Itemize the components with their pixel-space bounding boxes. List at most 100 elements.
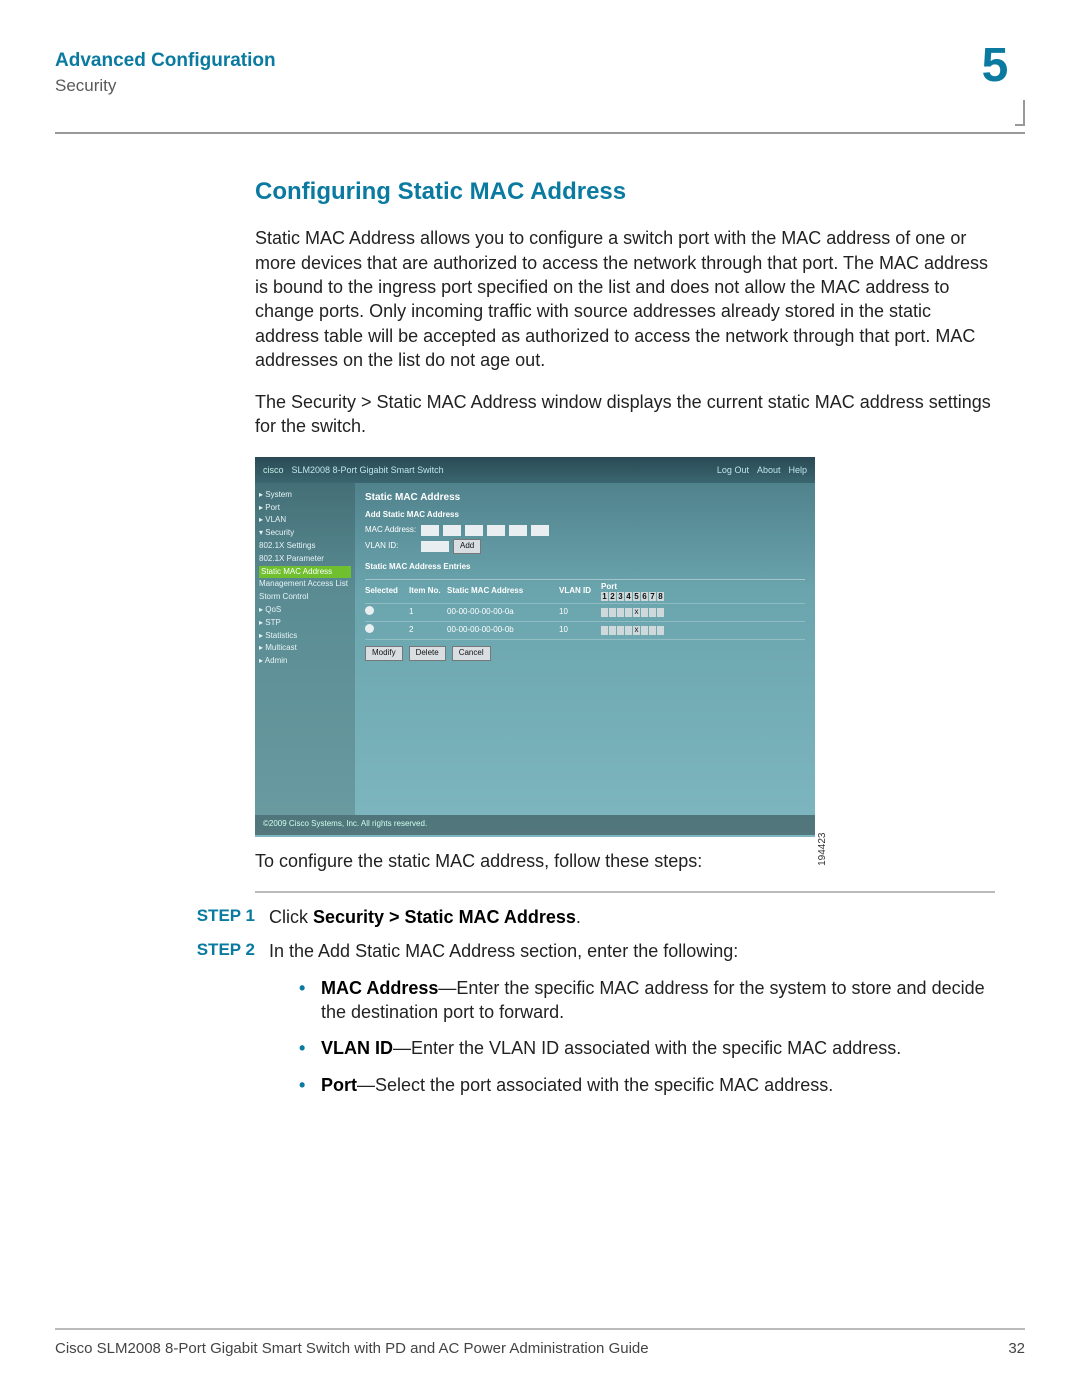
fig-port-header-cell: 4 bbox=[625, 592, 632, 601]
fig-row-item: 2 bbox=[409, 625, 445, 636]
bullet-item: MAC Address—Enter the specific MAC addre… bbox=[299, 976, 995, 1025]
page: Advanced Configuration Security 5 Config… bbox=[0, 0, 1080, 1397]
fig-port-cell[interactable] bbox=[649, 608, 656, 617]
fig-port-cell[interactable]: x bbox=[633, 626, 640, 635]
header-rule bbox=[55, 132, 1025, 134]
fig-mac-octet[interactable] bbox=[531, 525, 549, 536]
step-row: STEP 1 Click Security > Static MAC Addre… bbox=[115, 905, 995, 929]
fig-toplinks: Log Out About Help bbox=[717, 464, 807, 476]
fig-mac-octet[interactable] bbox=[509, 525, 527, 536]
fig-port-cell[interactable] bbox=[609, 608, 616, 617]
step-label: STEP 1 bbox=[115, 905, 269, 929]
bullet-item: VLAN ID—Enter the VLAN ID associated wit… bbox=[299, 1036, 995, 1060]
fig-nav-item[interactable]: ▸ System bbox=[259, 489, 351, 502]
chapter-corner-rule bbox=[1015, 100, 1025, 126]
fig-nav-item[interactable]: ▸ Admin bbox=[259, 655, 351, 668]
fig-mac-octet[interactable] bbox=[443, 525, 461, 536]
fig-nav-item[interactable]: ▸ Multicast bbox=[259, 642, 351, 655]
step-label: STEP 2 bbox=[115, 939, 269, 1108]
fig-nav-item[interactable]: 802.1X Parameter bbox=[259, 553, 351, 566]
fig-nav-item[interactable]: ▸ QoS bbox=[259, 604, 351, 617]
fig-port-cell[interactable] bbox=[601, 608, 608, 617]
steps-rule bbox=[255, 891, 995, 893]
fig-nav-item[interactable]: Storm Control bbox=[259, 591, 351, 604]
section-heading: Configuring Static MAC Address bbox=[255, 176, 995, 208]
fig-vlan-label: VLAN ID: bbox=[365, 541, 417, 552]
fig-port-cell[interactable] bbox=[625, 626, 632, 635]
fig-port-header-cell: 7 bbox=[649, 592, 656, 601]
chapter-number-box: 5 bbox=[965, 42, 1025, 90]
fig-footer: ©2009 Cisco Systems, Inc. All rights res… bbox=[255, 815, 815, 835]
fig-link-help[interactable]: Help bbox=[788, 464, 807, 476]
fig-port-cell[interactable] bbox=[641, 608, 648, 617]
fig-mac-octet[interactable] bbox=[421, 525, 439, 536]
embedded-screenshot: cisco SLM2008 8-Port Gigabit Smart Switc… bbox=[255, 457, 815, 837]
fig-delete-button[interactable]: Delete bbox=[409, 646, 446, 661]
fig-nav-item[interactable]: ▸ VLAN bbox=[259, 514, 351, 527]
fig-port-cell[interactable]: x bbox=[633, 608, 640, 617]
fig-mac-octet[interactable] bbox=[465, 525, 483, 536]
fig-nav-item[interactable]: ▸ STP bbox=[259, 617, 351, 630]
fig-row-radio[interactable] bbox=[365, 624, 374, 633]
fig-col-vlan: VLAN ID bbox=[559, 586, 599, 597]
fig-sidebar: ▸ System▸ Port▸ VLAN▾ Security 802.1X Se… bbox=[255, 483, 355, 815]
fig-nav-item[interactable]: ▸ Statistics bbox=[259, 630, 351, 643]
step-body: In the Add Static MAC Address section, e… bbox=[269, 939, 995, 1108]
chapter-number: 5 bbox=[965, 42, 1025, 90]
fig-nav-item[interactable]: Static MAC Address bbox=[259, 566, 351, 579]
fig-row-vlan: 10 bbox=[559, 625, 599, 636]
fig-vlan-input[interactable] bbox=[421, 541, 449, 552]
fig-row-item: 1 bbox=[409, 607, 445, 618]
fig-nav-item[interactable]: ▸ Port bbox=[259, 502, 351, 515]
fig-port-header-cell: 8 bbox=[657, 592, 664, 601]
fig-cancel-button[interactable]: Cancel bbox=[452, 646, 491, 661]
fig-port-cell[interactable] bbox=[609, 626, 616, 635]
fig-link-logout[interactable]: Log Out bbox=[717, 464, 749, 476]
fig-row-radio[interactable] bbox=[365, 606, 374, 615]
fig-mac-octet[interactable] bbox=[487, 525, 505, 536]
fig-port-cell[interactable] bbox=[657, 626, 664, 635]
fig-port-header-cell: 2 bbox=[609, 592, 616, 601]
fig-main-pane: Static MAC Address Add Static MAC Addres… bbox=[355, 483, 815, 815]
fig-modify-button[interactable]: Modify bbox=[365, 646, 403, 661]
fig-product: SLM2008 8-Port Gigabit Smart Switch bbox=[292, 464, 444, 476]
fig-mac-label: MAC Address: bbox=[365, 525, 417, 536]
page-number: 32 bbox=[1008, 1340, 1025, 1357]
fig-link-about[interactable]: About bbox=[757, 464, 781, 476]
steps-intro: To configure the static MAC address, fol… bbox=[255, 849, 995, 873]
content-column: Configuring Static MAC Address Static MA… bbox=[255, 176, 995, 1109]
fig-port-cell[interactable] bbox=[641, 626, 648, 635]
fig-row-mac: 00-00-00-00-00-0b bbox=[447, 625, 557, 636]
fig-port-header-cell: 3 bbox=[617, 592, 624, 601]
fig-port-header-cell: 1 bbox=[601, 592, 608, 601]
figure-id: 194423 bbox=[816, 833, 830, 866]
fig-port-header-cell: 5 bbox=[633, 592, 640, 601]
fig-pane-title: Static MAC Address bbox=[365, 491, 805, 505]
step-body: Click Security > Static MAC Address. bbox=[269, 905, 995, 929]
fig-nav-item[interactable]: 802.1X Settings bbox=[259, 540, 351, 553]
page-footer: Cisco SLM2008 8-Port Gigabit Smart Switc… bbox=[55, 1328, 1025, 1357]
fig-row-mac: 00-00-00-00-00-0a bbox=[447, 607, 557, 618]
fig-row-vlan: 10 bbox=[559, 607, 599, 618]
paragraph: Static MAC Address allows you to configu… bbox=[255, 226, 995, 372]
fig-nav-item[interactable]: Management Access List bbox=[259, 578, 351, 591]
fig-port-cell[interactable] bbox=[625, 608, 632, 617]
fig-brand: cisco bbox=[263, 464, 284, 476]
fig-port-cell[interactable] bbox=[617, 626, 624, 635]
fig-add-heading: Add Static MAC Address bbox=[365, 510, 805, 521]
fig-titlebar: cisco SLM2008 8-Port Gigabit Smart Switc… bbox=[255, 457, 815, 483]
fig-port-cell[interactable] bbox=[617, 608, 624, 617]
chapter-subtitle: Security bbox=[55, 76, 1025, 96]
fig-port-header-cell: 6 bbox=[641, 592, 648, 601]
fig-add-button[interactable]: Add bbox=[453, 539, 481, 554]
chapter-title: Advanced Configuration bbox=[55, 50, 1025, 72]
fig-col-selected: Selected bbox=[365, 586, 407, 597]
fig-port-cell[interactable] bbox=[601, 626, 608, 635]
step-row: STEP 2 In the Add Static MAC Address sec… bbox=[115, 939, 995, 1108]
fig-col-mac: Static MAC Address bbox=[447, 586, 557, 597]
steps-list: STEP 1 Click Security > Static MAC Addre… bbox=[115, 905, 995, 1109]
fig-port-cell[interactable] bbox=[657, 608, 664, 617]
fig-nav-item[interactable]: ▾ Security bbox=[259, 527, 351, 540]
fig-port-cell[interactable] bbox=[649, 626, 656, 635]
fig-entries-heading: Static MAC Address Entries bbox=[365, 562, 805, 573]
